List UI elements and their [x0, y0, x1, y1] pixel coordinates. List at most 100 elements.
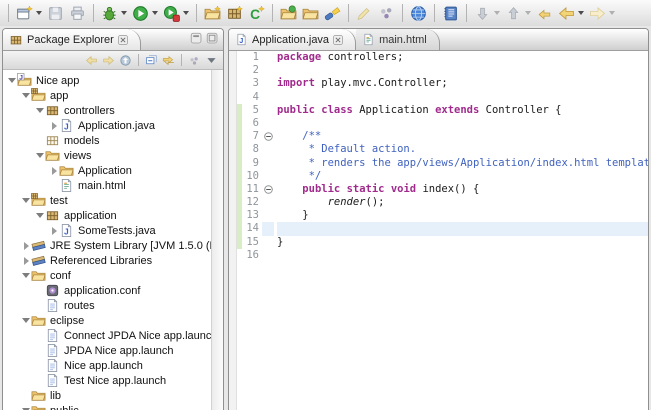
tree-item[interactable]: JApplication.java [3, 118, 223, 133]
back-history-button[interactable] [556, 3, 586, 24]
fold-marker[interactable] [262, 183, 274, 196]
expander-icon[interactable] [21, 93, 31, 98]
annotation-ruler[interactable] [229, 51, 237, 410]
expander-icon[interactable] [35, 108, 45, 113]
code-text-area[interactable]: package controllers; import play.mvc.Cont… [274, 51, 648, 410]
debug-button[interactable] [99, 3, 129, 24]
tree-item[interactable]: Test Nice app.launch [3, 373, 223, 388]
run-dropdown-icon[interactable] [152, 11, 158, 15]
expander-icon[interactable] [49, 122, 59, 130]
expander-icon[interactable] [35, 153, 45, 158]
expander-icon[interactable] [49, 167, 59, 175]
editor-tab-main-html[interactable]: main.html [356, 29, 440, 50]
tree-item[interactable]: controllers [3, 103, 223, 118]
minimize-icon[interactable] [190, 32, 203, 45]
close-icon[interactable] [118, 35, 128, 45]
code-line[interactable]: public class Application extends Control… [277, 104, 648, 117]
tree-item[interactable]: Application [3, 163, 223, 178]
run-external-tools-button[interactable] [161, 3, 191, 24]
tree-item[interactable]: public [3, 403, 223, 410]
view-menu-button[interactable] [204, 53, 219, 68]
new-java-package-button[interactable] [224, 3, 245, 24]
code-line[interactable]: } [277, 209, 648, 222]
line-number[interactable]: 3 [237, 77, 262, 90]
expander-icon[interactable] [35, 213, 45, 218]
open-resource-button[interactable] [300, 3, 321, 24]
last-edit-location-button[interactable] [534, 3, 555, 24]
expander-icon[interactable] [21, 273, 31, 278]
tree-item[interactable]: Nice app.launch [3, 358, 223, 373]
back-history-dropdown-icon[interactable] [578, 11, 584, 15]
tree-item[interactable]: JSomeTests.java [3, 223, 223, 238]
line-number[interactable]: 11 [237, 183, 262, 196]
tree-item[interactable]: test [3, 193, 223, 208]
code-line[interactable] [277, 249, 648, 262]
tree-item[interactable]: eclipse [3, 313, 223, 328]
code-line[interactable]: import play.mvc.Controller; [277, 77, 648, 90]
folding-ruler[interactable] [262, 51, 274, 410]
tree-item[interactable]: application [3, 208, 223, 223]
line-number[interactable]: 6 [237, 117, 262, 130]
maximize-icon[interactable] [206, 32, 219, 45]
expander-icon[interactable] [21, 257, 31, 265]
code-line[interactable] [277, 64, 648, 77]
open-console-button[interactable] [440, 3, 461, 24]
open-web-browser-button[interactable] [408, 3, 429, 24]
tree-item[interactable]: JNice app [3, 73, 223, 88]
tree-item[interactable]: application.conf [3, 283, 223, 298]
line-number[interactable]: 7 [237, 130, 262, 143]
tree-item[interactable]: JRE System Library [JVM 1.5.0 (Mac [3, 238, 223, 253]
search-button[interactable] [322, 3, 343, 24]
collapse-all-button[interactable] [144, 53, 159, 68]
tree-scrollbar[interactable] [211, 70, 223, 410]
code-line[interactable] [277, 222, 648, 235]
tree-item[interactable]: lib [3, 388, 223, 403]
line-number[interactable]: 14 [237, 222, 262, 235]
tree-item[interactable]: Connect JPDA Nice app.launch [3, 328, 223, 343]
line-number[interactable]: 2 [237, 64, 262, 77]
close-icon[interactable] [333, 35, 343, 45]
tab-package-explorer[interactable]: Package Explorer [3, 29, 141, 50]
line-number[interactable]: 10 [237, 170, 262, 183]
tree-item[interactable]: Referenced Libraries [3, 253, 223, 268]
line-number[interactable]: 9 [237, 157, 262, 170]
tree-item[interactable]: models [3, 133, 223, 148]
line-number[interactable]: 16 [237, 249, 262, 262]
new-wizard-dropdown-icon[interactable] [36, 11, 42, 15]
expander-icon[interactable] [7, 78, 17, 83]
tree-item[interactable]: JPDA Nice app.launch [3, 343, 223, 358]
line-number[interactable]: 5 [237, 104, 262, 117]
new-java-class-button[interactable]: C [246, 3, 267, 24]
code-line[interactable]: package controllers; [277, 51, 648, 64]
code-line[interactable]: public static void index() { [277, 183, 648, 196]
code-line[interactable]: /** [277, 130, 648, 143]
line-number[interactable]: 1 [237, 51, 262, 64]
run-external-tools-dropdown-icon[interactable] [183, 11, 189, 15]
code-line[interactable] [277, 117, 648, 130]
expander-icon[interactable] [49, 227, 59, 235]
debug-dropdown-icon[interactable] [121, 11, 127, 15]
open-plugin-artifact-button[interactable] [278, 3, 299, 24]
code-line[interactable] [277, 91, 648, 104]
code-line[interactable]: * renders the app/views/Application/inde… [277, 157, 648, 170]
code-line[interactable]: * Default action. [277, 143, 648, 156]
expander-icon[interactable] [21, 198, 31, 203]
code-line[interactable]: } [277, 236, 648, 249]
line-number[interactable]: 12 [237, 196, 262, 209]
expander-icon[interactable] [21, 318, 31, 323]
tree-item[interactable]: conf [3, 268, 223, 283]
line-number[interactable]: 8 [237, 143, 262, 156]
code-line[interactable]: */ [277, 170, 648, 183]
up-button[interactable] [118, 53, 133, 68]
line-number-ruler[interactable]: 12345678910111213141516 [237, 51, 262, 410]
link-with-editor-button[interactable] [161, 53, 176, 68]
code-line[interactable]: render(); [277, 196, 648, 209]
new-wizard-button[interactable] [14, 3, 44, 24]
tree-item[interactable]: main.html [3, 178, 223, 193]
line-number[interactable]: 4 [237, 91, 262, 104]
new-java-project-button[interactable] [202, 3, 223, 24]
run-button[interactable] [130, 3, 160, 24]
tree-item[interactable]: routes [3, 298, 223, 313]
line-number[interactable]: 13 [237, 209, 262, 222]
expander-icon[interactable] [21, 242, 31, 250]
